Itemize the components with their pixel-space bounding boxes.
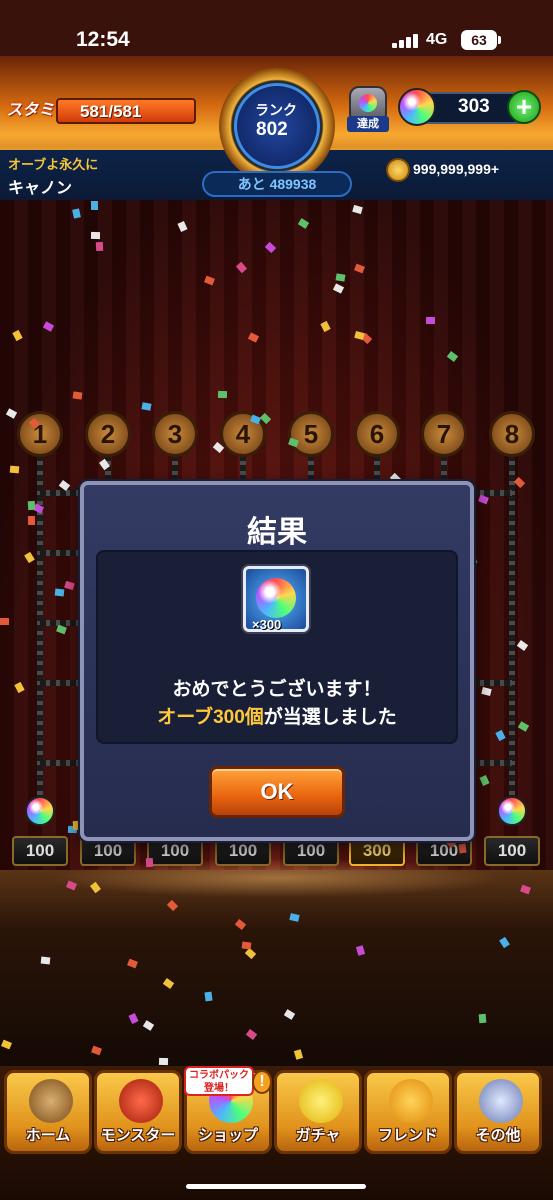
lane-number: 3 bbox=[152, 411, 198, 457]
lane-prize: 100 bbox=[12, 836, 68, 866]
collab-badge-line2: 登場！ bbox=[204, 1083, 234, 1094]
confetti-piece bbox=[40, 956, 51, 965]
confetti-piece bbox=[217, 390, 228, 399]
home-indicator[interactable] bbox=[186, 1184, 366, 1189]
rank-value: 802 bbox=[256, 119, 288, 140]
confetti-piece bbox=[241, 941, 252, 950]
shop-alert-icon: ! bbox=[252, 1070, 272, 1094]
confetti-piece bbox=[27, 515, 36, 526]
confetti-piece bbox=[458, 843, 467, 854]
congrats-message: おめでとうございます！ bbox=[172, 679, 382, 700]
network-type: 4G bbox=[426, 31, 448, 48]
friend-icon bbox=[389, 1079, 433, 1123]
other-icon bbox=[479, 1079, 523, 1123]
nav-label: その他 bbox=[475, 1127, 521, 1144]
confetti-piece bbox=[335, 273, 346, 282]
signal-icon bbox=[392, 32, 420, 48]
lane-number: 1 bbox=[17, 411, 63, 457]
nav-label: ホーム bbox=[25, 1127, 71, 1144]
quest-subtitle: オーブよ永久に bbox=[8, 157, 99, 172]
coin-icon bbox=[386, 158, 410, 182]
confetti-piece bbox=[204, 991, 213, 1002]
nav-item[interactable]: ホーム bbox=[4, 1070, 92, 1154]
orb-icon bbox=[256, 578, 296, 618]
home-icon bbox=[29, 1079, 73, 1123]
orb-icon bbox=[25, 796, 55, 826]
confetti-piece bbox=[27, 500, 36, 511]
nav-item[interactable]: その他 bbox=[454, 1070, 542, 1154]
confetti-piece bbox=[95, 241, 104, 252]
lane-number: 6 bbox=[354, 411, 400, 457]
coin-count: 999,999,999+ bbox=[413, 161, 500, 177]
collab-pack-badge: コラボパック 登場！ bbox=[184, 1066, 254, 1096]
stamina-value: 581/581 bbox=[80, 102, 142, 121]
monster-icon bbox=[119, 1079, 163, 1123]
nav-item[interactable]: フレンド bbox=[364, 1070, 452, 1154]
confetti-piece bbox=[0, 618, 9, 625]
prize-quantity: ×300 bbox=[252, 617, 282, 632]
rank-remaining: あと 489938 bbox=[202, 171, 352, 197]
ok-button[interactable]: OK bbox=[209, 766, 345, 818]
nav-item[interactable]: ガチャ bbox=[274, 1070, 362, 1154]
quest-name: キャノン bbox=[8, 180, 73, 197]
confetti-piece bbox=[478, 1013, 487, 1024]
lane-prize: 100 bbox=[484, 836, 540, 866]
lane-number: 7 bbox=[421, 411, 467, 457]
rank-label: ランク bbox=[255, 102, 297, 118]
confetti-piece bbox=[9, 465, 20, 474]
lane-number: 8 bbox=[489, 411, 535, 457]
prize-message: オーブ300個が当選しました bbox=[96, 702, 458, 729]
prize-highlight: オーブ300個 bbox=[157, 707, 264, 728]
gacha-icon bbox=[299, 1079, 343, 1123]
achievement-badge: 達成 bbox=[347, 116, 389, 132]
confetti-piece bbox=[145, 857, 154, 868]
nav-label: モンスター bbox=[100, 1127, 176, 1144]
lane-number: 5 bbox=[288, 411, 334, 457]
lane-number: 2 bbox=[85, 411, 131, 457]
confetti-piece bbox=[54, 588, 65, 597]
dialog-title: 結果 bbox=[247, 516, 307, 549]
nav-label: ショップ bbox=[197, 1127, 258, 1144]
orb-count: 303 bbox=[458, 96, 490, 117]
stage-floor bbox=[0, 870, 553, 1070]
confetti-piece bbox=[90, 231, 101, 240]
status-bar: 12:54 4G 63 bbox=[0, 0, 553, 56]
buy-orbs-button[interactable]: + bbox=[507, 90, 541, 124]
collab-badge-line1: コラボパック bbox=[189, 1070, 249, 1081]
confetti-piece bbox=[426, 317, 435, 324]
nav-label: フレンド bbox=[377, 1127, 438, 1144]
nav-label: ガチャ bbox=[295, 1127, 341, 1144]
status-time: 12:54 bbox=[76, 28, 130, 51]
confetti-piece bbox=[72, 391, 83, 400]
prize-message-rest: が当選しました bbox=[263, 707, 397, 728]
confetti-piece bbox=[141, 402, 152, 411]
confetti-piece bbox=[90, 200, 99, 211]
orb-icon bbox=[398, 88, 436, 126]
orb-icon bbox=[497, 796, 527, 826]
confetti-piece bbox=[158, 1057, 169, 1066]
nav-item[interactable]: モンスター bbox=[94, 1070, 182, 1154]
battery-icon: 63 bbox=[461, 30, 501, 50]
